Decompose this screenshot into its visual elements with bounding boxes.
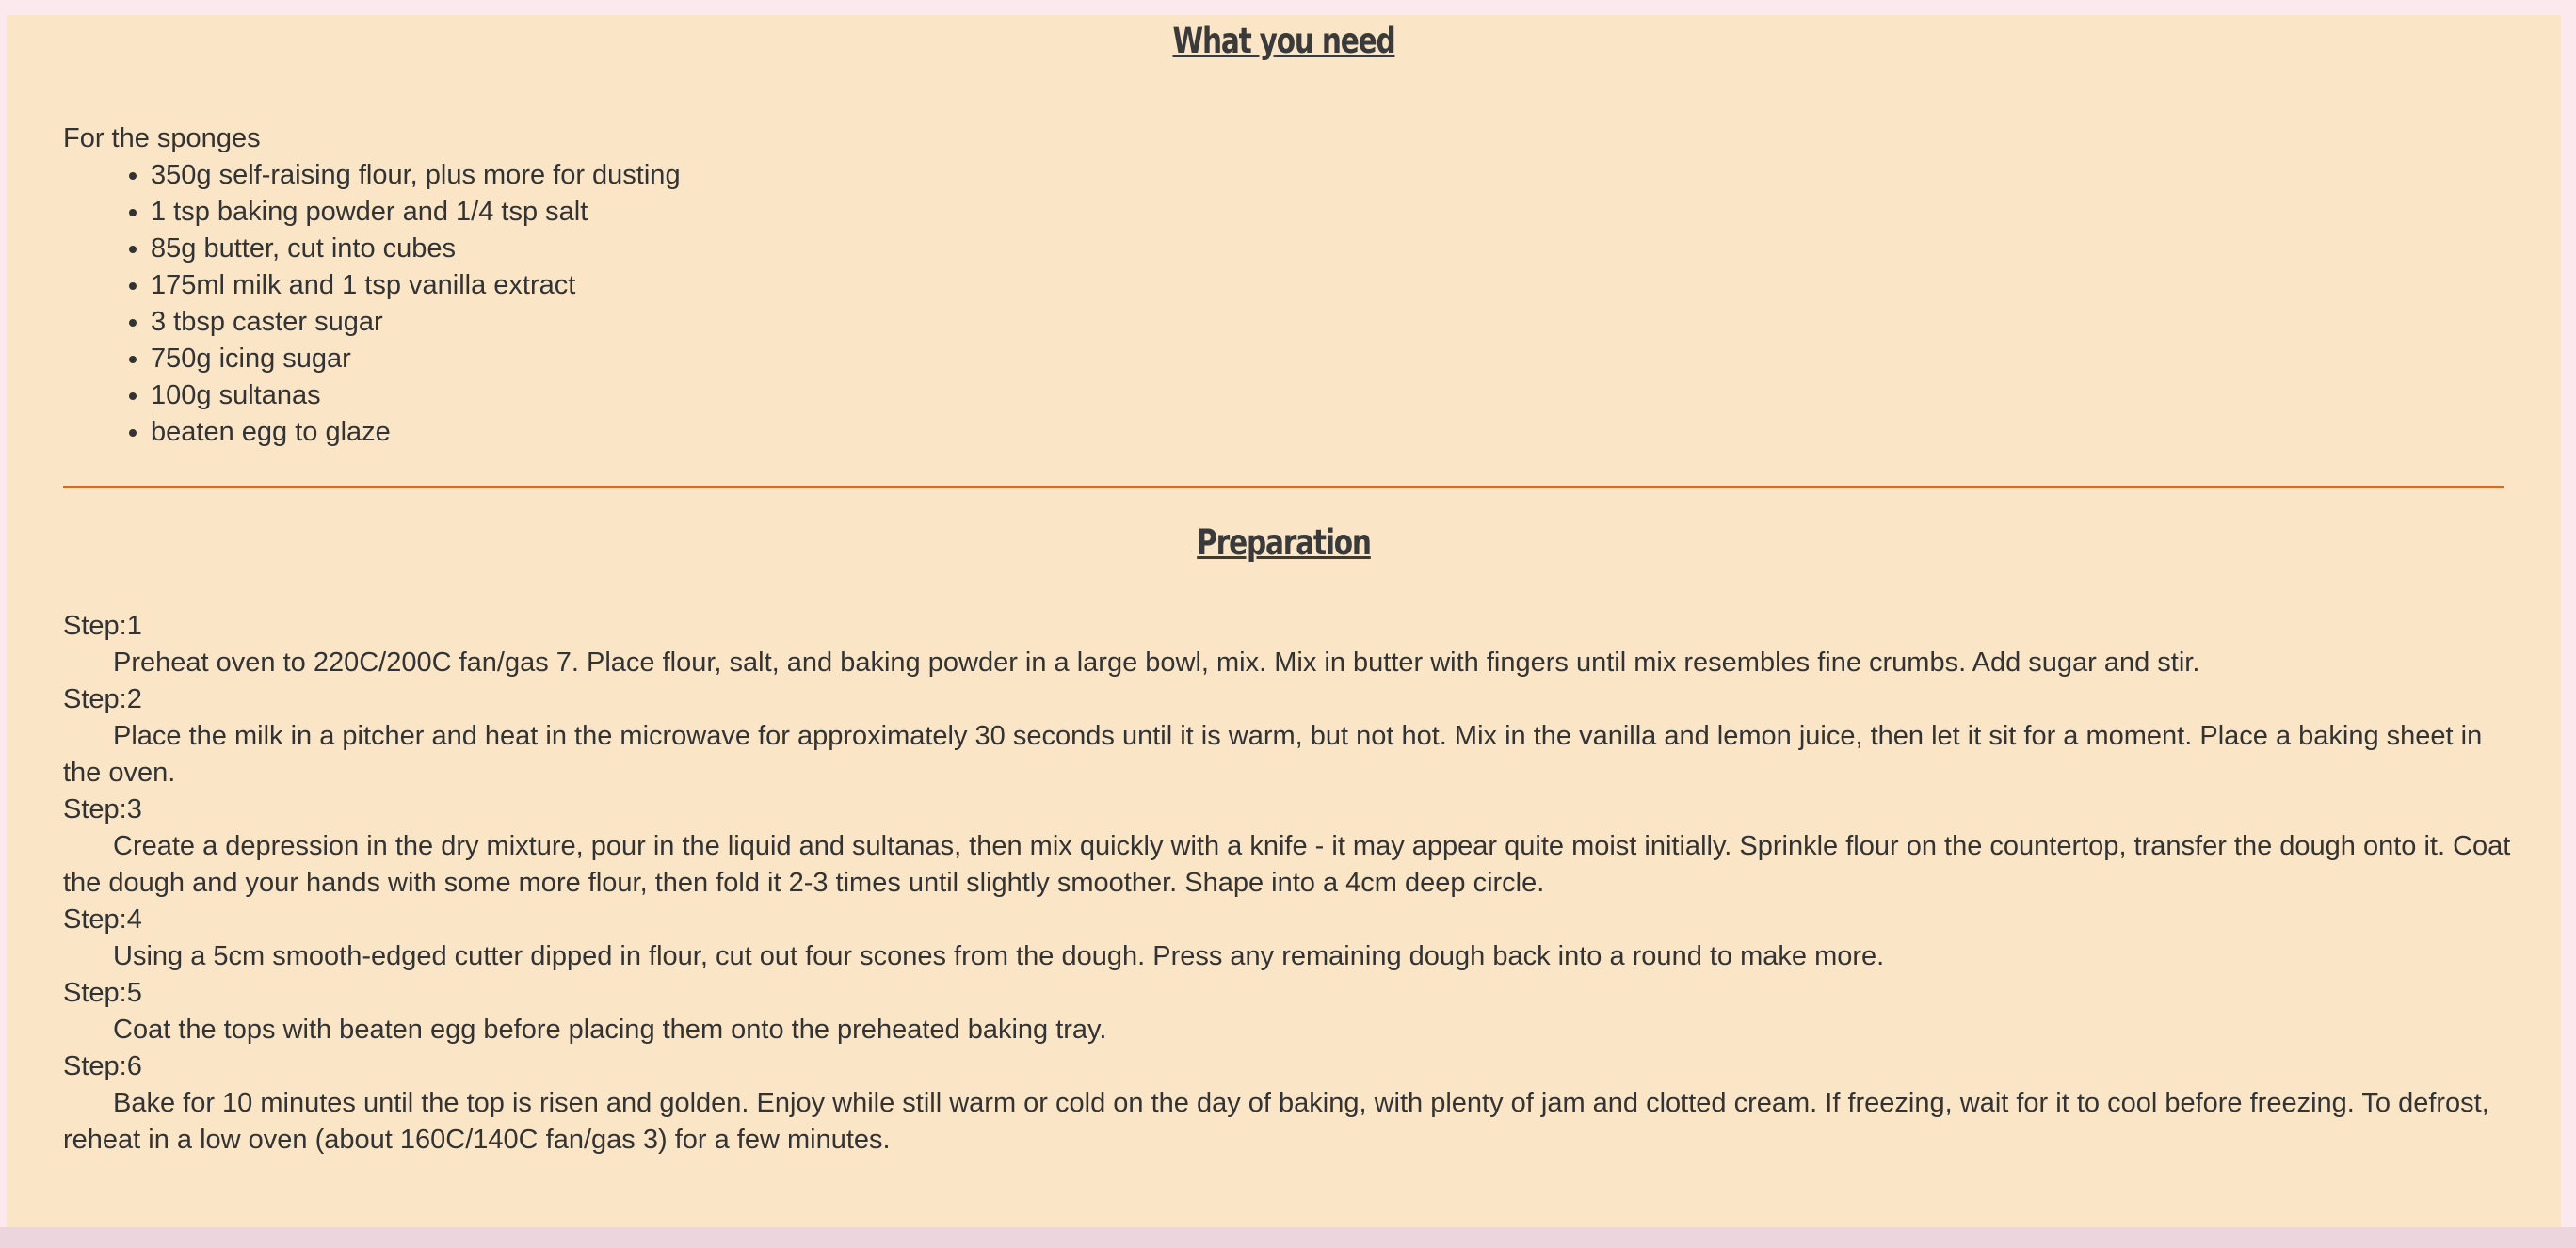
step-label: Step:3 [63,794,142,824]
ingredients-heading: What you need [1172,21,1396,61]
ingredient-item: 175ml milk and 1 tsp vanilla extract [151,267,681,304]
ingredient-item: beaten egg to glaze [151,414,681,451]
ingredient-item: 750g icing sugar [151,341,681,377]
step-label: Step:2 [63,684,142,714]
ingredient-item: 1 tsp baking powder and 1/4 tsp salt [151,194,681,231]
ingredient-item: 85g butter, cut into cubes [151,231,681,267]
step-label: Step:5 [63,978,142,1008]
page-bottom-strip [0,1227,2576,1248]
step-text: Create a depression in the dry mixture, … [63,831,2511,898]
step-text: Using a 5cm smooth-edged cutter dipped i… [113,941,1885,971]
ingredient-item: 100g sultanas [151,377,681,414]
ingredient-item: 350g self-raising flour, plus more for d… [151,157,681,194]
section-divider [63,486,2504,488]
ingredients-list: 350g self-raising flour, plus more for d… [63,157,681,451]
recipe-card: What you need For the sponges 350g self-… [7,15,2561,1227]
ingredient-item: 3 tbsp caster sugar [151,304,681,341]
ingredients-subheading: For the sponges [63,123,261,153]
step-text: Coat the tops with beaten egg before pla… [113,1015,1107,1045]
step-label: Step:6 [63,1051,142,1081]
preparation-heading: Preparation [1197,522,1372,563]
step-label: Step:4 [63,904,142,935]
step-label: Step:1 [63,611,142,641]
step-text: Place the milk in a pitcher and heat in … [63,721,2483,788]
preparation-steps: Step:1 Preheat oven to 220C/200C fan/gas… [63,608,2511,1159]
step-text: Preheat oven to 220C/200C fan/gas 7. Pla… [113,648,2200,678]
step-text: Bake for 10 minutes until the top is ris… [63,1088,2489,1155]
